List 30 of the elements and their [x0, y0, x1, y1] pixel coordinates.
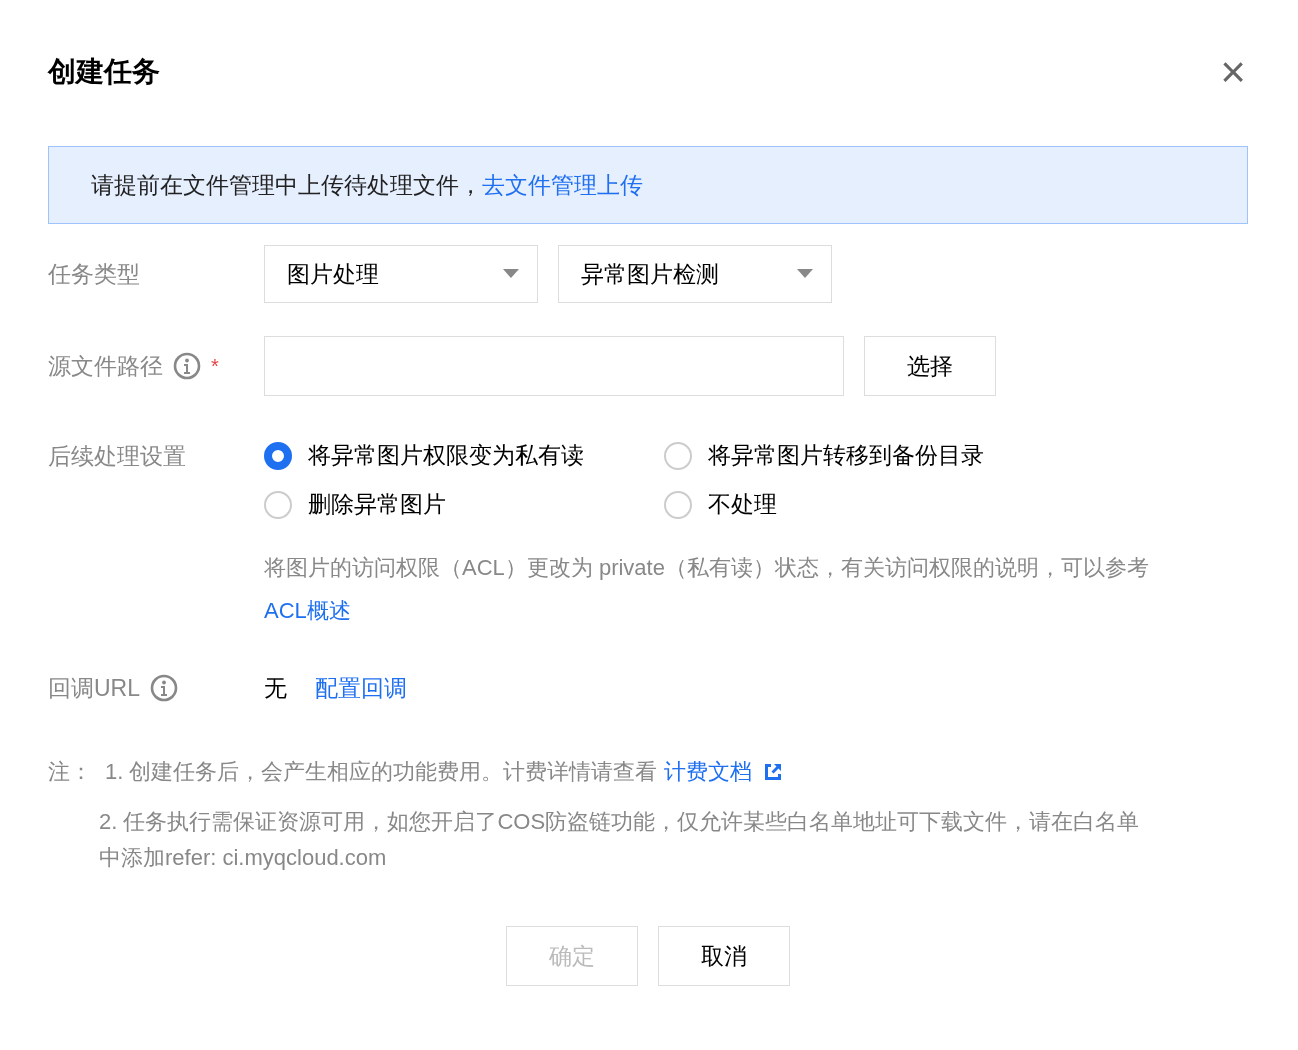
dropdown-select[interactable]: 异常图片检测: [558, 245, 832, 303]
notice-text: 请提前在文件管理中上传待处理文件，: [91, 170, 482, 200]
close-button[interactable]: ×: [1218, 52, 1248, 92]
acl-overview-link[interactable]: ACL概述: [264, 598, 351, 623]
note-text: 2. 任务执行需保证资源可用，如您开启了COS防盗链功能，仅允许某些白名单地址可下载文件，请在白名单中添加refer: ci.myqcloud.com: [99, 808, 1141, 872]
file-manager-link[interactable]: 去文件管理上传: [482, 169, 643, 201]
configure-callback-link[interactable]: 配置回调: [315, 672, 407, 704]
cancel-button[interactable]: 取消: [658, 926, 790, 986]
radio-option[interactable]: 将异常图片转移到备份目录: [664, 440, 1064, 471]
dropdown-select[interactable]: 图片处理: [264, 245, 538, 303]
callback-value: 无: [264, 673, 287, 703]
field-label: 源文件路径: [48, 351, 163, 381]
required-mark: *: [211, 354, 219, 378]
field-label: 后续处理设置: [48, 441, 186, 471]
field-label: 任务类型: [48, 259, 140, 289]
notes-label: 注：: [48, 758, 93, 786]
radio-option[interactable]: 将异常图片权限变为私有读: [264, 440, 664, 471]
info-icon: [173, 352, 201, 380]
radio-option[interactable]: 删除异常图片: [264, 489, 664, 520]
radio-option[interactable]: 不处理: [664, 489, 1064, 520]
dialog-title: 创建任务: [48, 55, 160, 89]
caret-icon: [503, 269, 519, 279]
billing-doc-link[interactable]: 计费文档: [663, 759, 752, 784]
info-icon: [150, 674, 178, 702]
path-input-field[interactable]: [264, 336, 844, 396]
caret-icon: [797, 269, 813, 279]
choose-button[interactable]: 选择: [864, 336, 996, 396]
field-label: 回调URL: [48, 673, 140, 703]
description-text: 将图片的访问权限（ACL）更改为 private（私有读）状态，有关访问权限的说明，可以参考 ACL概述: [264, 554, 1150, 625]
note-text: 1. 创建任务后，会产生相应的功能费用。计费详情请查看 计费文档: [105, 754, 784, 790]
